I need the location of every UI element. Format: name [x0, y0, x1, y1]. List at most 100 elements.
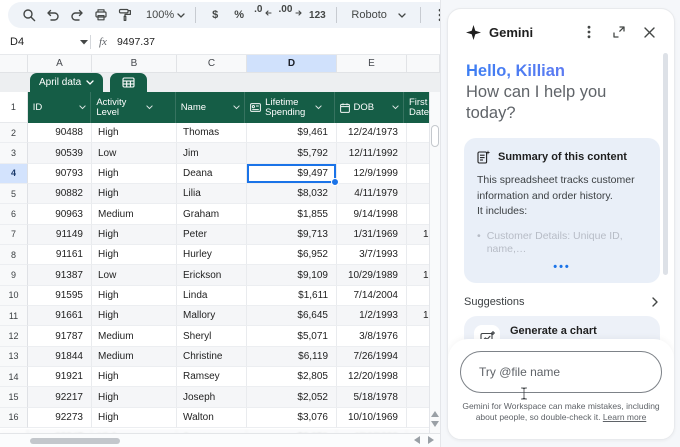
row-number[interactable]: 10	[0, 286, 28, 306]
column-header-f[interactable]	[407, 55, 440, 72]
cell-activity-level[interactable]: Medium	[92, 347, 177, 367]
cell-id[interactable]: 91161	[28, 245, 92, 265]
cell-name[interactable]: Sheryl	[177, 326, 247, 346]
cell-name[interactable]: Ramsey	[177, 367, 247, 387]
cell-dob[interactable]: 7/14/2004	[337, 286, 407, 306]
cell-activity-level[interactable]: Low	[92, 143, 177, 163]
cell-activity-level[interactable]: High	[92, 225, 177, 245]
cell-id[interactable]: 92273	[28, 408, 92, 428]
cell-dob[interactable]: 12/9/1999	[337, 164, 407, 184]
cell-activity-level[interactable]: High	[92, 123, 177, 143]
cell-id[interactable]: 90882	[28, 184, 92, 204]
table-header-first-date[interactable]: First Date	[404, 92, 429, 123]
cell-name[interactable]: Hurley	[177, 245, 247, 265]
cell-id[interactable]: 90539	[28, 143, 92, 163]
cell-dob[interactable]: 1/31/1969	[337, 225, 407, 245]
cell-dob[interactable]: 10/29/1989	[337, 265, 407, 285]
cell-name[interactable]: Lilia	[177, 184, 247, 204]
cell-name[interactable]: Walton	[177, 408, 247, 428]
cell-name[interactable]: Mallory	[177, 306, 247, 326]
cell-id[interactable]: 91387	[28, 265, 92, 285]
format-percent-button[interactable]: %	[228, 4, 250, 26]
cell-name[interactable]: Erickson	[177, 265, 247, 285]
cell-name[interactable]: Linda	[177, 286, 247, 306]
cell-dob[interactable]: 3/7/1993	[337, 245, 407, 265]
zoom-select[interactable]: 100%	[144, 4, 187, 26]
select-all-corner[interactable]	[0, 55, 28, 72]
undo-icon[interactable]	[42, 4, 64, 26]
table-header-dob[interactable]: DOB	[335, 92, 404, 123]
font-select[interactable]: Roboto	[345, 4, 411, 26]
row-number[interactable]: 14	[0, 367, 28, 387]
decrease-decimal-button[interactable]: .0	[252, 4, 274, 26]
cell-dob[interactable]: 12/24/1973	[337, 123, 407, 143]
cell-lifetime-spending[interactable]: $6,119	[247, 347, 337, 367]
prompt-input[interactable]	[460, 351, 662, 393]
cell-id[interactable]: 91149	[28, 225, 92, 245]
cell-dob[interactable]: 12/11/1992	[337, 143, 407, 163]
expand-panel-icon[interactable]	[608, 21, 630, 43]
formula-value[interactable]: 9497.37	[117, 36, 155, 48]
cell-name[interactable]: Christine	[177, 347, 247, 367]
row-number[interactable]: 13	[0, 347, 28, 367]
cell-lifetime-spending[interactable]: $8,032	[247, 184, 337, 204]
redo-icon[interactable]	[66, 4, 88, 26]
summary-expand-button[interactable]: •••	[477, 261, 647, 273]
cell-id[interactable]: 91921	[28, 367, 92, 387]
cell-lifetime-spending[interactable]: $9,461	[247, 123, 337, 143]
cell-lifetime-spending[interactable]: $3,076	[247, 408, 337, 428]
cell-id[interactable]: 90488	[28, 123, 92, 143]
vertical-scrollbar[interactable]	[429, 92, 440, 433]
cell-name[interactable]: Joseph	[177, 387, 247, 407]
row-number[interactable]: 9	[0, 265, 28, 285]
row-number[interactable]: 3	[0, 143, 28, 163]
column-header-d-selected[interactable]: D	[247, 55, 337, 72]
row-number[interactable]: 11	[0, 306, 28, 326]
vertical-scroll-arrows[interactable]	[430, 411, 440, 427]
cell-dob[interactable]: 5/18/1978	[337, 387, 407, 407]
cell-activity-level[interactable]: High	[92, 245, 177, 265]
column-header-a[interactable]: A	[28, 55, 92, 72]
cell-dob[interactable]: 4/11/1979	[337, 184, 407, 204]
row-number[interactable]: 5	[0, 184, 28, 204]
column-header-c[interactable]: C	[177, 55, 247, 72]
horizontal-scroll-arrows[interactable]	[414, 436, 434, 444]
vertical-scroll-thumb[interactable]	[431, 125, 439, 147]
paint-format-icon[interactable]	[114, 4, 136, 26]
table-header-lifetime-spending[interactable]: Lifetime Spending	[245, 92, 334, 123]
cell-id[interactable]: 92217	[28, 387, 92, 407]
cell-activity-level[interactable]: High	[92, 286, 177, 306]
column-header-e[interactable]: E	[337, 55, 407, 72]
table-menu-button[interactable]	[110, 73, 147, 92]
cell-activity-level[interactable]: High	[92, 306, 177, 326]
cell-lifetime-spending[interactable]: $9,109	[247, 265, 337, 285]
cell-dob[interactable]: 9/14/1998	[337, 204, 407, 224]
cell-dob[interactable]: 1/2/1993	[337, 306, 407, 326]
table-header-activity-level[interactable]: Activity Level	[91, 92, 175, 123]
cell-lifetime-spending[interactable]: $5,792	[247, 143, 337, 163]
cell-dob[interactable]: 12/20/1998	[337, 367, 407, 387]
cell-lifetime-spending[interactable]: $1,855	[247, 204, 337, 224]
horizontal-scroll-thumb[interactable]	[30, 438, 120, 444]
cell-name[interactable]: Jim	[177, 143, 247, 163]
table-header-name[interactable]: Name	[176, 92, 245, 123]
cell-id[interactable]: 90793	[28, 164, 92, 184]
cell-id[interactable]: 90963	[28, 204, 92, 224]
cell-lifetime-spending[interactable]: $6,645	[247, 306, 337, 326]
cell-lifetime-spending[interactable]: $6,952	[247, 245, 337, 265]
suggestions-toggle[interactable]: Suggestions	[464, 296, 658, 308]
gemini-more-options-icon[interactable]	[578, 21, 600, 43]
column-header-b[interactable]: B	[92, 55, 177, 72]
cell-activity-level[interactable]: High	[92, 184, 177, 204]
cell-id[interactable]: 91595	[28, 286, 92, 306]
cell-activity-level[interactable]: High	[92, 367, 177, 387]
cell-lifetime-spending[interactable]: $5,071	[247, 326, 337, 346]
cell-dob[interactable]: 7/26/1994	[337, 347, 407, 367]
row-number[interactable]: 2	[0, 123, 28, 143]
horizontal-scrollbar[interactable]	[0, 433, 440, 447]
cell-lifetime-spending[interactable]: $1,611	[247, 286, 337, 306]
cell-lifetime-spending[interactable]: $2,805	[247, 367, 337, 387]
cell-activity-level[interactable]: Medium	[92, 204, 177, 224]
cell-name[interactable]: Thomas	[177, 123, 247, 143]
row-number[interactable]: 12	[0, 326, 28, 346]
